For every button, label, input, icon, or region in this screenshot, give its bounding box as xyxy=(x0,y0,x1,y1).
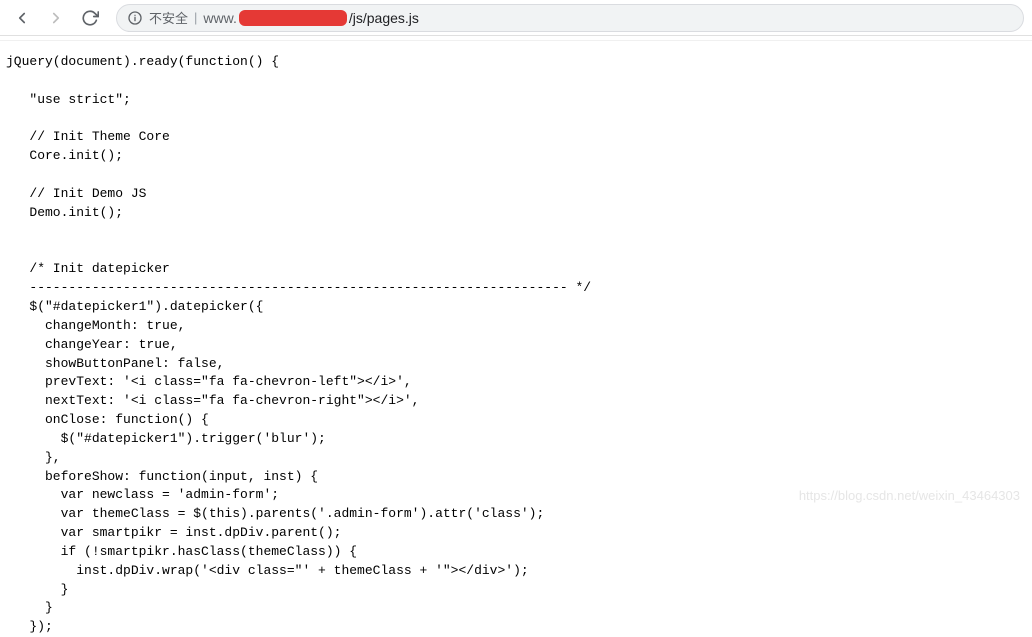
info-icon xyxy=(127,10,143,26)
security-label: 不安全 xyxy=(149,8,188,27)
url-suffix: /js/pages.js xyxy=(349,10,419,26)
forward-button[interactable] xyxy=(42,4,70,32)
divider: | xyxy=(194,10,197,25)
address-bar[interactable]: 不安全 | www. /js/pages.js xyxy=(116,4,1024,32)
url-prefix: www. xyxy=(203,10,236,26)
reload-button[interactable] xyxy=(76,4,104,32)
back-button[interactable] xyxy=(8,4,36,32)
redacted-domain xyxy=(239,10,347,26)
browser-toolbar: 不安全 | www. /js/pages.js xyxy=(0,0,1032,36)
url-text: www. /js/pages.js xyxy=(203,10,419,26)
page-content: jQuery(document).ready(function() { "use… xyxy=(0,40,1032,637)
source-code[interactable]: jQuery(document).ready(function() { "use… xyxy=(0,53,1032,637)
